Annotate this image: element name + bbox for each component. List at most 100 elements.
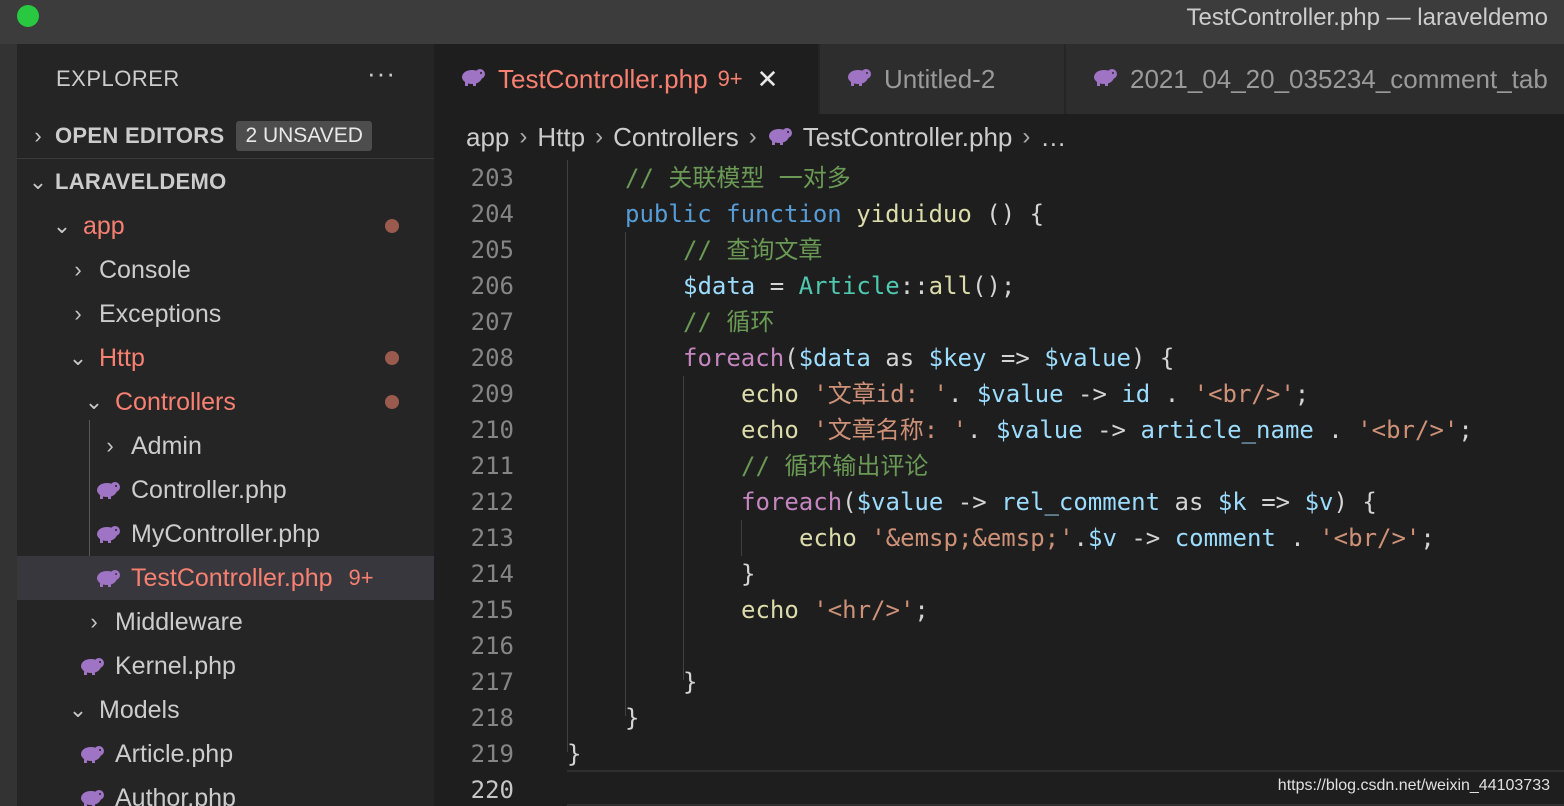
tab-title: 2021_04_20_035234_comment_tab [1130, 63, 1548, 94]
code-keyword: as [870, 344, 929, 372]
code-variable: $key [928, 344, 987, 372]
code-line: // 循环 [683, 304, 774, 340]
breadcrumb-ellipsis[interactable]: … [1040, 122, 1066, 153]
code-property: id [1121, 380, 1151, 408]
tree-label: Middleware [115, 607, 243, 636]
tree-label: Kernel.php [115, 651, 236, 680]
code-variable: $value [856, 488, 944, 516]
tree-file-author[interactable]: Author.php [17, 776, 434, 806]
code-punct: :: [899, 272, 929, 300]
explorer-sidebar: EXPLORER ··· › OPEN EDITORS 2 UNSAVED ⌄ … [17, 44, 434, 806]
breadcrumb-item[interactable]: app [466, 122, 509, 153]
tree-folder-admin[interactable]: › Admin [17, 424, 434, 468]
code-punct: -> [1082, 416, 1141, 444]
indent-guide [683, 376, 684, 680]
watermark-url: https://blog.csdn.net/weixin_44103733 [1273, 776, 1554, 796]
php-elephant-icon [846, 67, 872, 92]
tree-label: Http [99, 343, 145, 372]
project-section[interactable]: ⌄ LARAVELDEMO [17, 160, 434, 204]
tree-file-article[interactable]: Article.php [17, 732, 434, 776]
code-function: yiduiduo [856, 200, 972, 228]
breadcrumb-separator: › [595, 123, 604, 150]
modified-dot [385, 395, 399, 409]
code-punct: ) { [1130, 344, 1175, 372]
breadcrumb-separator: › [519, 123, 528, 150]
code-line: foreach($data as $key => $value) { [683, 340, 1174, 376]
more-actions-icon[interactable]: ··· [367, 58, 396, 89]
code-property: comment [1174, 524, 1276, 552]
tab-testcontroller[interactable]: TestController.php 9+ ✕ [434, 44, 818, 114]
chevron-down-icon: ⌄ [52, 213, 72, 238]
tab-migration[interactable]: 2021_04_20_035234_comment_tab [1066, 44, 1564, 114]
modified-dot [385, 351, 399, 365]
tree-label: Controllers [115, 387, 236, 416]
breadcrumb-item[interactable]: Http [537, 122, 585, 153]
tab-title: TestController.php [498, 63, 708, 94]
breadcrumb-separator: › [748, 123, 757, 150]
tree-label: MyController.php [131, 519, 320, 548]
breadcrumb-item[interactable]: Controllers [613, 122, 739, 153]
tree-label: Models [99, 695, 180, 724]
code-comment: // 关联模型 一对多 [625, 164, 851, 192]
unsaved-badge: 2 UNSAVED [236, 121, 372, 151]
indent-guide [741, 520, 742, 556]
chevron-right-icon: › [34, 123, 42, 148]
code-punct: -> [1063, 380, 1122, 408]
tree-label: Article.php [115, 739, 234, 768]
code-comment: // 查询文章 [683, 236, 823, 264]
tree-folder-middleware[interactable]: › Middleware [17, 600, 434, 644]
code-string: '文章名称: ' [798, 416, 968, 444]
indent-guide [567, 160, 568, 752]
tree-folder-http[interactable]: ⌄ Http [17, 336, 434, 380]
code-class: Article [798, 272, 900, 300]
code-editor[interactable]: 203 204 205 206 207 208 209 210 211 212 … [434, 160, 1564, 806]
code-punct: ( [784, 344, 799, 372]
breadcrumb-item[interactable]: TestController.php [803, 122, 1013, 153]
tree-file-mycontroller[interactable]: MyController.php [17, 512, 434, 556]
code-line: echo '文章id: '. $value -> id . '<br/>'; [741, 376, 1309, 412]
tree-folder-console[interactable]: › Console [17, 248, 434, 292]
code-string: '<br/>' [1319, 524, 1421, 552]
indent-guide [625, 232, 626, 716]
open-editors-section[interactable]: › OPEN EDITORS 2 UNSAVED [17, 114, 434, 158]
code-line: $data = Article::all(); [683, 268, 1015, 304]
code-line: echo '&emsp;&emsp;'.$v -> comment . '<br… [799, 520, 1435, 556]
code-variable: $value [995, 416, 1083, 444]
line-number: 208 [470, 344, 514, 372]
tree-file-controller[interactable]: Controller.php [17, 468, 434, 512]
tree-folder-app[interactable]: ⌄ app [17, 204, 434, 248]
code-string: '<br/>' [1193, 380, 1295, 408]
window-title: TestController.php — laraveldemo [1186, 4, 1548, 31]
php-elephant-icon [1092, 67, 1118, 92]
tree-label: Author.php [115, 783, 236, 806]
code-line: // 循环输出评论 [741, 448, 928, 484]
code-punct: = [755, 272, 799, 300]
tab-untitled-2[interactable]: Untitled-2 [820, 44, 1064, 114]
tree-label: TestController.php [131, 563, 333, 592]
tree-file-kernel[interactable]: Kernel.php [17, 644, 434, 688]
window-maximize-button[interactable] [17, 5, 39, 27]
tree-folder-controllers[interactable]: ⌄ Controllers [17, 380, 434, 424]
code-string: '<br/>' [1357, 416, 1459, 444]
code-line: } [567, 736, 581, 772]
line-number: 217 [470, 668, 514, 696]
tree-folder-exceptions[interactable]: › Exceptions [17, 292, 434, 336]
code-punct: } [625, 704, 640, 732]
code-punct: => [1246, 488, 1305, 516]
code-punct: . [1150, 380, 1194, 408]
line-number: 207 [470, 308, 514, 336]
code-variable: $value [976, 380, 1064, 408]
open-editors-label: OPEN EDITORS [55, 123, 225, 148]
code-function: echo [741, 596, 799, 624]
code-function: echo [799, 524, 857, 552]
breadcrumb-separator: › [1022, 123, 1031, 150]
code-punct: -> [943, 488, 1002, 516]
code-string: '<hr/>' [798, 596, 915, 624]
tree-file-testcontroller[interactable]: TestController.php 9+ [17, 556, 434, 600]
line-number: 218 [470, 704, 514, 732]
code-comment: // 循环 [683, 308, 775, 336]
tree-folder-models[interactable]: ⌄ Models [17, 688, 434, 732]
close-icon[interactable]: ✕ [757, 64, 779, 95]
code-variable: $v [1088, 524, 1117, 552]
code-function: echo [741, 416, 799, 444]
